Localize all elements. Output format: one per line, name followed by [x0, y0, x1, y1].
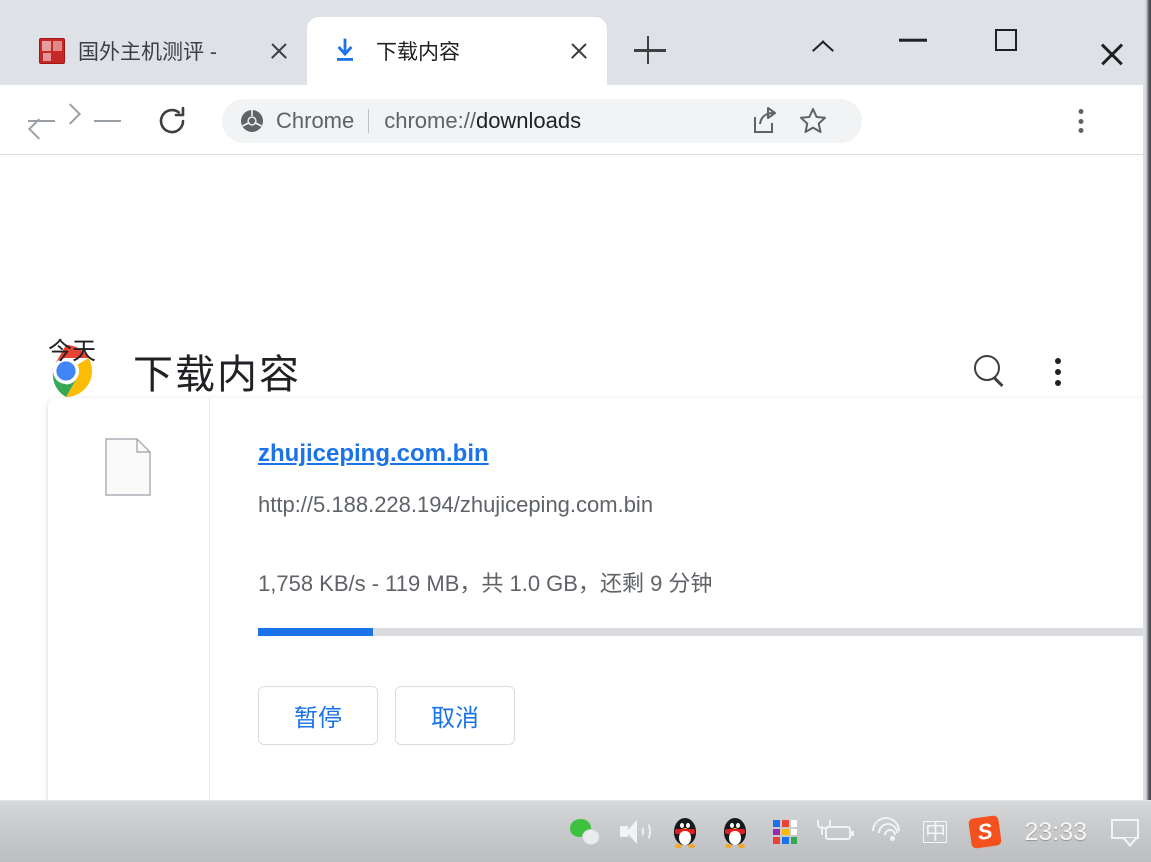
file-document-icon — [105, 438, 151, 496]
tab-downloads[interactable]: 下载内容 — [307, 17, 607, 85]
tab-strip: 国外主机测评 - 下载内容 — [0, 0, 1143, 85]
url-scheme: chrome:// — [384, 108, 476, 133]
download-status-text: 1,758 KB/s - 119 MB，共 1.0 GB，还剩 9 分钟 — [258, 571, 713, 596]
volume-icon[interactable] — [610, 801, 660, 862]
reload-button[interactable] — [152, 101, 192, 141]
chrome-logo-small-icon — [240, 109, 264, 133]
omnibox-separator — [368, 109, 370, 133]
page-title: 下载内容 — [133, 353, 301, 397]
download-details: zhujiceping.com.bin http://5.188.228.194… — [258, 398, 1143, 800]
browser-toolbar: Chrome chrome://downloads — [0, 85, 1143, 155]
system-tray: 中 S 23:33 — [560, 801, 1151, 862]
cancel-download-button[interactable]: 取消 — [395, 686, 515, 745]
pause-download-button[interactable]: 暂停 — [258, 686, 378, 745]
download-file-name-link[interactable]: zhujiceping.com.bin — [258, 440, 489, 468]
downloads-menu-button[interactable] — [1055, 350, 1094, 392]
forward-button[interactable] — [87, 101, 127, 141]
taskbar-clock[interactable]: 23:33 — [1010, 801, 1101, 862]
new-tab-button[interactable] — [632, 33, 668, 69]
tab-title: 国外主机测评 - — [78, 41, 217, 64]
ime-label: 中 — [924, 820, 946, 844]
download-arrow-icon — [331, 37, 359, 65]
date-group-label: 今天 — [48, 338, 96, 365]
window-minimize-button[interactable] — [880, 10, 946, 70]
url-path: downloads — [475, 108, 582, 133]
window-maximize-button[interactable] — [973, 10, 1039, 70]
tab-title: 下载内容 — [376, 41, 460, 64]
window-close-button[interactable] — [1065, 10, 1131, 70]
downloads-page: zhujiceping.com 下载内容 今天 — [0, 156, 1143, 800]
search-downloads-button[interactable] — [968, 350, 1010, 392]
address-bar[interactable]: Chrome chrome://downloads — [222, 99, 862, 143]
omnibox-url: chrome://downloads — [384, 108, 581, 134]
qq-icon-1[interactable] — [660, 801, 710, 862]
bookmark-button[interactable] — [796, 104, 830, 138]
download-progress-bar — [258, 628, 1143, 636]
reload-icon — [159, 106, 185, 134]
tab-close-icon[interactable] — [565, 37, 593, 65]
back-button[interactable] — [22, 101, 62, 141]
color-grid-icon[interactable] — [760, 801, 810, 862]
window-right-border — [1143, 0, 1151, 800]
ime-icon[interactable]: 中 — [910, 801, 960, 862]
download-source-url: http://5.188.228.194/zhujiceping.com.bin — [258, 492, 654, 517]
tab-search-dropdown-button[interactable] — [790, 10, 856, 70]
tab-close-icon[interactable] — [265, 37, 293, 65]
maximize-icon — [995, 29, 1017, 51]
wifi-icon[interactable] — [860, 801, 910, 862]
download-icon-column — [48, 398, 210, 800]
qq-icon-2[interactable] — [710, 801, 760, 862]
notification-icon[interactable] — [1101, 801, 1151, 862]
download-progress-fill — [258, 628, 374, 636]
browser-window: 国外主机测评 - 下载内容 Chrome chrome://downloads … — [0, 0, 1151, 800]
tab-host-review[interactable]: 国外主机测评 - — [22, 17, 307, 85]
sogou-label: S — [968, 815, 1003, 849]
star-icon — [800, 108, 826, 133]
browser-menu-button[interactable] — [1078, 103, 1117, 139]
download-item-card: zhujiceping.com.bin http://5.188.228.194… — [48, 398, 1143, 800]
taskbar: 中 S 23:33 — [0, 800, 1151, 862]
minimize-icon — [899, 38, 927, 42]
share-icon — [754, 107, 776, 133]
share-button[interactable] — [746, 104, 780, 138]
wechat-icon[interactable] — [560, 801, 610, 862]
battery-icon[interactable] — [810, 801, 860, 862]
site-favicon-icon — [39, 38, 65, 64]
sogou-icon[interactable]: S — [960, 801, 1010, 862]
download-action-buttons: 暂停 取消 — [258, 686, 515, 745]
omnibox-brand-label: Chrome — [276, 108, 355, 133]
